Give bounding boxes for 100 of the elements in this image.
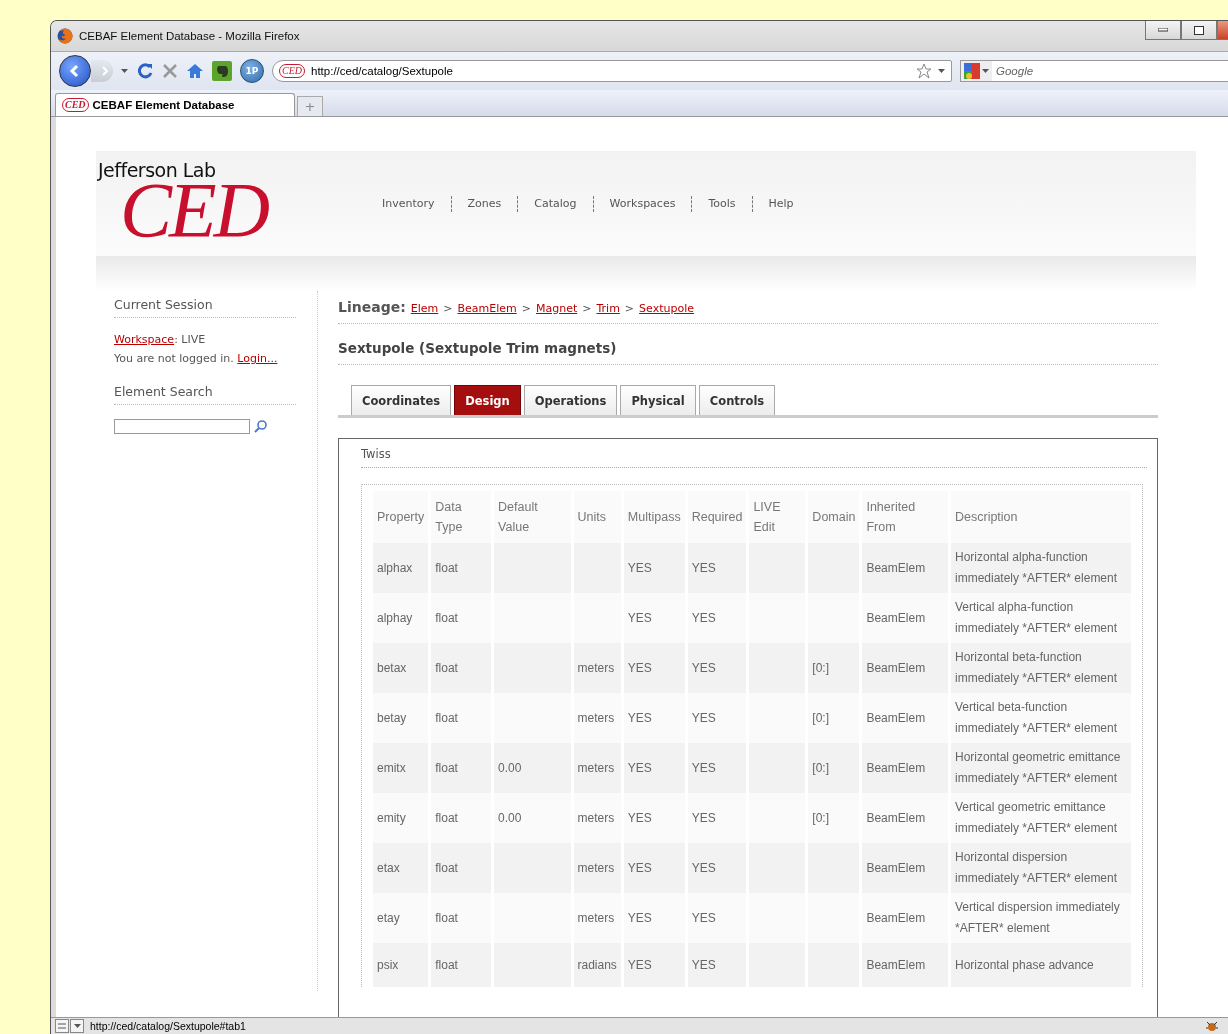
stop-icon[interactable] [162,63,178,79]
tab[interactable]: Design [454,385,521,415]
table-cell: float [431,593,492,643]
window-title: CEBAF Element Database - Mozilla Firefox [79,30,300,42]
status-caret[interactable] [70,1019,84,1033]
table-cell: Horizontal dispersion immediately *AFTER* element [951,843,1131,893]
table-cell: YES [623,543,685,593]
column-header: Inherited From [862,491,948,543]
table-cell: BeamElem [862,943,948,987]
breadcrumb-link[interactable]: Magnet [535,302,578,315]
table-cell: float [431,743,492,793]
table-cell: Horizontal beta-function immediately *AFTER* element [951,643,1131,693]
column-header: Domain [808,491,860,543]
table-cell: YES [687,843,747,893]
table-cell: BeamElem [862,643,948,693]
column-header: Units [573,491,621,543]
table-cell: emitx [373,743,429,793]
login-status: You are not logged in. [114,352,234,365]
nav-link[interactable]: Help [752,197,810,210]
breadcrumb-link[interactable]: Elem [410,302,439,315]
panel-title: Twiss [361,439,1147,468]
breadcrumb-link[interactable]: Trim [596,302,620,315]
table-cell: meters [573,693,621,743]
table-cell: etay [373,893,429,943]
site-icon: CED [279,64,305,78]
table-cell: YES [623,643,685,693]
table-cell: BeamElem [862,893,948,943]
lineage-label: Lineage: [338,299,406,315]
table-cell: Horizontal phase advance [951,943,1131,987]
table-cell: YES [687,543,747,593]
table-cell: float [431,943,492,987]
address-field[interactable]: CED http://ced/catalog/Sextupole [272,60,952,82]
tab[interactable]: Operations [523,385,618,415]
element-search-field[interactable] [114,419,250,434]
breadcrumb-separator: > [443,302,453,315]
breadcrumb-separator: > [521,302,531,315]
table-cell: YES [687,793,747,843]
history-caret-icon[interactable] [121,69,128,73]
table-cell: Vertical alpha-function immediately *AFTER* element [951,593,1131,643]
table-cell: BeamElem [862,543,948,593]
table-cell: alphax [373,543,429,593]
column-header: Multipass [623,491,685,543]
table-cell: betay [373,693,429,743]
table-cell: [0:] [808,643,860,693]
table-cell: YES [623,593,685,643]
status-icon[interactable] [55,1019,69,1033]
table-cell: BeamElem [862,793,948,843]
table-cell: etax [373,843,429,893]
minimize-button[interactable] [1145,21,1181,40]
table-cell: BeamElem [862,843,948,893]
tab[interactable]: Coordinates [351,385,452,415]
nav-link[interactable]: Catalog [518,197,593,210]
status-url: http://ced/catalog/Sextupole#tab1 [90,1020,246,1032]
table-cell: Vertical geometric emittance immediately *AFTER* element [951,793,1131,843]
table-cell: YES [623,743,685,793]
back-button[interactable] [59,55,91,87]
column-header: Default Value [494,491,571,543]
table-cell: betax [373,643,429,693]
workspace-value: : LIVE [174,333,206,346]
table-cell: YES [687,593,747,643]
table-cell: float [431,543,492,593]
column-header: Description [951,491,1131,543]
table-cell: alphay [373,593,429,643]
section-heading: Element Search [114,384,296,405]
status-caret-icon[interactable] [73,1024,81,1028]
table-cell: Horizontal alpha-function immediately *AFTER* element [951,543,1131,593]
table-cell: float [431,643,492,693]
nav-link[interactable]: Inventory [366,197,451,210]
breadcrumb-link[interactable]: Sextupole [639,302,694,315]
url-caret-icon[interactable] [938,69,945,73]
table-cell: [0:] [808,693,860,743]
breadcrumb-separator: > [582,302,592,315]
nav-link[interactable]: Zones [451,197,518,210]
table-cell: YES [623,793,685,843]
table-cell: YES [687,943,747,987]
nav-link[interactable]: Tools [692,197,752,210]
bookmark-star-icon[interactable] [916,63,932,79]
tab[interactable]: Physical [620,385,696,415]
login-link[interactable]: Login... [237,352,278,365]
table-cell: Vertical beta-function immediately *AFTER* element [951,693,1131,743]
table-cell: YES [687,893,747,943]
bug-icon[interactable] [1205,1019,1219,1033]
table-cell: 0.00 [494,743,571,793]
table-cell: YES [687,693,747,743]
table-cell: float [431,893,492,943]
maximize-button[interactable] [1181,21,1217,40]
table-cell: YES [623,843,685,893]
table-cell: BeamElem [862,693,948,743]
nav-link[interactable]: Workspaces [593,197,692,210]
tab[interactable]: Controls [698,385,776,415]
breadcrumb-link[interactable]: BeamElem [457,302,517,315]
table-cell: [0:] [808,743,860,793]
search-icon[interactable] [254,420,267,433]
table-cell: meters [573,893,621,943]
reload-icon[interactable] [136,62,154,80]
table-cell: float [431,793,492,843]
home-icon[interactable] [186,63,204,79]
table-cell: float [431,693,492,743]
table-cell: BeamElem [862,743,948,793]
browser-tab[interactable]: CED CEBAF Element Database [55,93,295,116]
